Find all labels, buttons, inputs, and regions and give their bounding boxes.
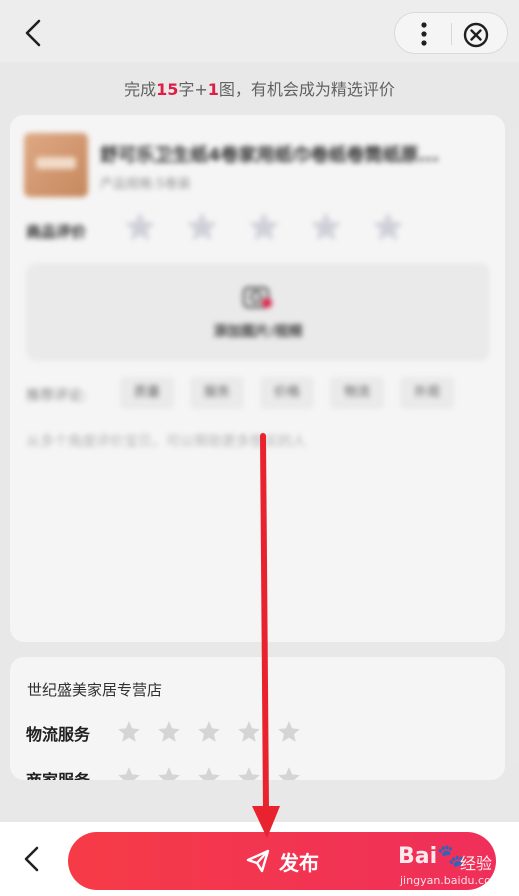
rating-star[interactable]: [308, 209, 344, 245]
upload-media-label: 添加图片/视频: [213, 324, 303, 340]
watermark-url: jingyan.baidu.com: [400, 874, 502, 887]
product-review-content: 舒可乐卫生纸4卷家用纸巾卷纸卷筒纸原... 产品规格:5卷装 商品评价 添加图片…: [10, 115, 505, 455]
hint-suffix: 图，有机会成为精选评价: [218, 80, 395, 99]
comment-placeholder[interactable]: 从多个角度评价宝贝，可以帮助更多想买的人: [26, 431, 306, 451]
logistics-service-label: 物流服务: [26, 725, 91, 744]
send-icon: [246, 849, 270, 873]
product-thumbnail: [24, 133, 88, 197]
hint-prefix: 完成: [124, 80, 157, 99]
publish-label: 发布: [279, 852, 319, 875]
shop-name: 世纪盛美家居专营店: [27, 681, 163, 699]
close-button[interactable]: [461, 20, 491, 50]
tag-chip[interactable]: 物流: [330, 377, 385, 409]
service-star[interactable]: [196, 765, 222, 780]
hint-char-count: 15: [156, 80, 179, 99]
upload-media-button[interactable]: 添加图片/视频: [26, 263, 490, 361]
back-button[interactable]: [22, 18, 46, 48]
more-button[interactable]: [409, 19, 439, 49]
watermark-brand: Bai🐾: [398, 844, 465, 869]
tag-chip[interactable]: 服务: [190, 377, 245, 409]
tag-chip[interactable]: 外观: [400, 377, 455, 409]
product-title: 舒可乐卫生纸4卷家用纸巾卷纸卷筒纸原...: [100, 145, 440, 166]
hint-mid: 字+: [178, 80, 208, 99]
rating-star[interactable]: [246, 209, 282, 245]
service-star[interactable]: [156, 719, 182, 745]
seller-service-label: 商家服务: [26, 767, 90, 780]
chevron-left-icon: [25, 19, 41, 47]
product-rating-label: 商品评价: [26, 223, 87, 241]
more-vertical-icon: [421, 22, 427, 46]
baidu-watermark: Bai🐾 经验 jingyan.baidu.com: [398, 844, 518, 894]
service-star[interactable]: [156, 765, 182, 780]
mini-program-capsule: [394, 12, 508, 54]
service-star[interactable]: [116, 765, 142, 780]
recommend-tags-label: 推荐评论:: [26, 388, 87, 404]
hint-image-count: 1: [207, 80, 219, 99]
service-star[interactable]: [116, 719, 142, 745]
chevron-left-icon: [24, 846, 39, 872]
seller-service-stars[interactable]: [116, 765, 316, 780]
logistics-service-stars[interactable]: [116, 719, 316, 747]
close-circle-icon: [463, 22, 489, 48]
bottom-back-button[interactable]: [20, 844, 44, 874]
tag-chip[interactable]: 价格: [260, 377, 315, 409]
camera-plus-icon: [242, 286, 272, 309]
product-rating-stars[interactable]: [122, 209, 412, 249]
top-bar: [0, 0, 519, 62]
product-review-card: 舒可乐卫生纸4卷家用纸巾卷纸卷筒纸原... 产品规格:5卷装 商品评价 添加图片…: [10, 115, 505, 642]
service-star[interactable]: [236, 765, 262, 780]
capsule-divider: [451, 23, 452, 45]
rating-star[interactable]: [122, 209, 158, 245]
tag-chip[interactable]: 质量: [120, 377, 175, 409]
rating-star[interactable]: [184, 209, 220, 245]
service-star[interactable]: [276, 719, 302, 745]
watermark-brand-cn: 经验: [460, 854, 493, 873]
service-star[interactable]: [196, 719, 222, 745]
shop-review-card: 世纪盛美家居专营店 物流服务 商家服务: [10, 657, 505, 780]
rating-star[interactable]: [370, 209, 406, 245]
service-star[interactable]: [276, 765, 302, 780]
product-spec: 产品规格:5卷装: [100, 177, 191, 192]
review-hint: 完成15字+1图，有机会成为精选评价: [0, 76, 519, 100]
service-star[interactable]: [236, 719, 262, 745]
